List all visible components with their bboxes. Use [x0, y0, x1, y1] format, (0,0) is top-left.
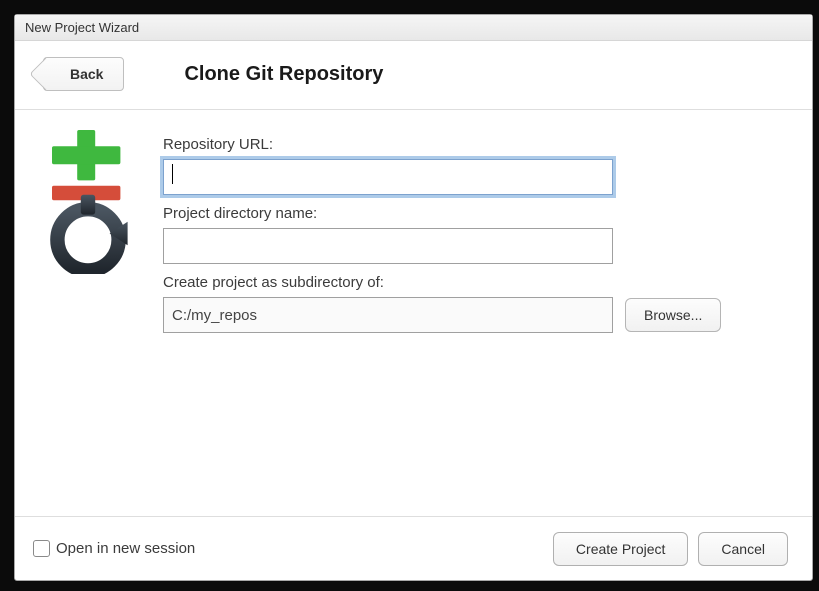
page-title: Clone Git Repository — [184, 63, 383, 86]
back-button[interactable]: Back — [43, 57, 124, 91]
subdir-label: Create project as subdirectory of: — [163, 274, 784, 291]
text-caret — [172, 164, 173, 184]
dialog-title: New Project Wizard — [25, 20, 139, 35]
open-new-session-label: Open in new session — [56, 540, 195, 557]
back-button-label: Back — [70, 66, 103, 82]
icon-column — [43, 130, 163, 506]
project-dir-label: Project directory name: — [163, 205, 784, 222]
dialog-header: Back Clone Git Repository — [15, 41, 812, 110]
git-plus-icon — [43, 130, 133, 277]
checkbox-box — [33, 540, 50, 557]
form-column: Repository URL: Project directory name: … — [163, 130, 784, 506]
new-project-wizard-dialog: New Project Wizard Back Clone Git Reposi… — [14, 14, 813, 581]
create-project-button[interactable]: Create Project — [553, 532, 688, 566]
subdir-row: Browse... — [163, 297, 784, 333]
browse-button[interactable]: Browse... — [625, 298, 721, 332]
cancel-button[interactable]: Cancel — [698, 532, 788, 566]
dialog-titlebar: New Project Wizard — [15, 15, 812, 41]
subdir-input[interactable] — [163, 297, 613, 333]
dialog-footer: Open in new session Create Project Cance… — [15, 516, 812, 580]
repo-url-label: Repository URL: — [163, 136, 784, 153]
dialog-body: Repository URL: Project directory name: … — [15, 110, 812, 516]
repo-url-input[interactable] — [163, 159, 613, 195]
open-new-session-checkbox[interactable]: Open in new session — [33, 540, 195, 557]
project-dir-input[interactable] — [163, 228, 613, 264]
